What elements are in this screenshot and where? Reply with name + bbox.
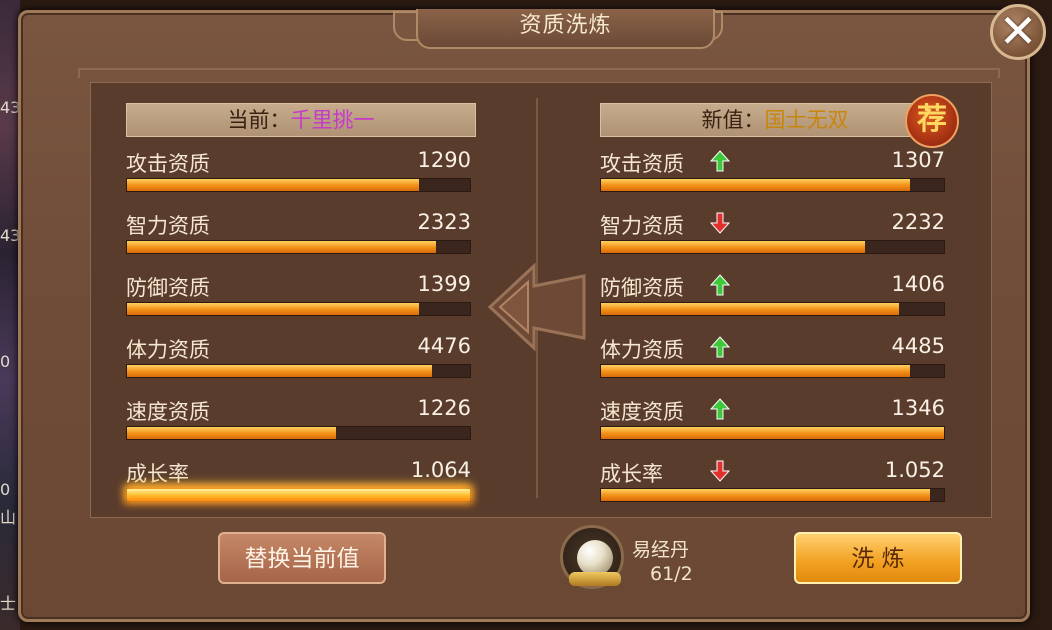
item-slot[interactable]: 易经丹 61/2 (560, 525, 736, 591)
stat-value: 1346 (891, 396, 945, 420)
up-arrow-icon (710, 150, 730, 172)
stat-bar-fill (601, 489, 931, 501)
left-arrow-icon (487, 262, 586, 352)
current-stat-row: 体力资质 4476 (126, 334, 471, 384)
stat-bar-fill (127, 303, 419, 315)
stat-value: 1406 (891, 272, 945, 296)
recommend-badge: 荐 (905, 94, 959, 148)
bg-text: 士 (0, 594, 17, 613)
up-arrow-icon (710, 398, 730, 420)
pearl-icon (577, 540, 613, 576)
stat-bar (126, 240, 471, 254)
stat-bar (600, 364, 945, 378)
stat-name: 速度资质 (600, 400, 684, 424)
stat-name: 防御资质 (600, 276, 684, 300)
dialog-title: 资质洗炼 (416, 9, 715, 49)
stat-bar (600, 240, 945, 254)
new-stat-row: 智力资质 2232 (600, 210, 945, 260)
new-stat-row: 速度资质 1346 (600, 396, 945, 446)
stat-value: 1.052 (884, 458, 945, 482)
stat-bar-fill (127, 179, 419, 191)
stat-value: 4485 (891, 334, 945, 358)
item-count: 61/2 (650, 563, 693, 585)
pearl-stand (569, 572, 621, 586)
stat-value: 1226 (417, 396, 471, 420)
new-header: 新值：国士无双 (600, 103, 950, 137)
stat-bar (126, 178, 471, 192)
current-stat-row: 攻击资质 1290 (126, 148, 471, 198)
new-label: 新值： (701, 108, 765, 132)
current-grade: 千里挑一 (290, 108, 375, 132)
up-arrow-icon (710, 336, 730, 358)
background-hero-strip: 43 43 0 0 山 士 (0, 0, 20, 630)
stat-bar (126, 426, 471, 440)
refine-button[interactable]: 洗 炼 (794, 532, 962, 584)
down-arrow-icon (710, 212, 730, 234)
stat-bar-fill (601, 241, 866, 253)
stat-name: 成长率 (600, 462, 663, 486)
stat-name: 体力资质 (600, 338, 684, 362)
new-grade: 国士无双 (764, 108, 849, 132)
stat-bar (126, 302, 471, 316)
current-stat-row: 智力资质 2323 (126, 210, 471, 260)
stat-bar (600, 178, 945, 192)
stat-bar (126, 488, 471, 502)
stat-value: 2323 (417, 210, 471, 234)
stat-bar-fill (127, 241, 436, 253)
stat-bar-fill (127, 427, 337, 439)
stat-bar (600, 488, 945, 502)
current-stat-row: 防御资质 1399 (126, 272, 471, 322)
new-stat-row: 攻击资质 1307 (600, 148, 945, 198)
stat-name: 速度资质 (126, 400, 210, 424)
frame-line (78, 68, 1000, 78)
stat-bar (126, 364, 471, 378)
new-stat-row: 体力资质 4485 (600, 334, 945, 384)
stat-value: 4476 (417, 334, 471, 358)
down-arrow-icon (710, 460, 730, 482)
stat-value: 1.064 (410, 458, 471, 482)
stat-bar-fill (601, 179, 910, 191)
bg-text: 0 (0, 352, 11, 371)
stat-bar-fill (601, 427, 944, 439)
up-arrow-icon (710, 274, 730, 296)
bg-text: 0 (0, 480, 11, 499)
stat-value: 1399 (417, 272, 471, 296)
stat-bar (600, 302, 945, 316)
item-name: 易经丹 (632, 539, 690, 561)
current-stat-row: 成长率 1.064 (126, 458, 471, 508)
current-label: 当前： (227, 108, 291, 132)
stat-bar-fill (601, 365, 910, 377)
close-icon: ✕ (998, 4, 1038, 58)
stat-bar-fill (601, 303, 900, 315)
stat-name: 智力资质 (600, 214, 684, 238)
stat-bar-fill (127, 489, 470, 501)
new-stat-row: 成长率 1.052 (600, 458, 945, 508)
bg-text: 山 (0, 508, 17, 527)
item-frame (560, 525, 624, 589)
new-stat-row: 防御资质 1406 (600, 272, 945, 322)
stat-name: 体力资质 (126, 338, 210, 362)
stat-value: 2232 (891, 210, 945, 234)
current-header: 当前：千里挑一 (126, 103, 476, 137)
stat-value: 1290 (417, 148, 471, 172)
stat-name: 智力资质 (126, 214, 210, 238)
current-stat-row: 速度资质 1226 (126, 396, 471, 446)
stat-name: 攻击资质 (126, 152, 210, 176)
stat-name: 攻击资质 (600, 152, 684, 176)
stat-name: 成长率 (126, 462, 189, 486)
stat-value: 1307 (891, 148, 945, 172)
stat-bar-fill (127, 365, 433, 377)
replace-current-button[interactable]: 替换当前值 (218, 532, 386, 584)
close-button[interactable]: ✕ (990, 4, 1046, 60)
stat-bar (600, 426, 945, 440)
stat-name: 防御资质 (126, 276, 210, 300)
